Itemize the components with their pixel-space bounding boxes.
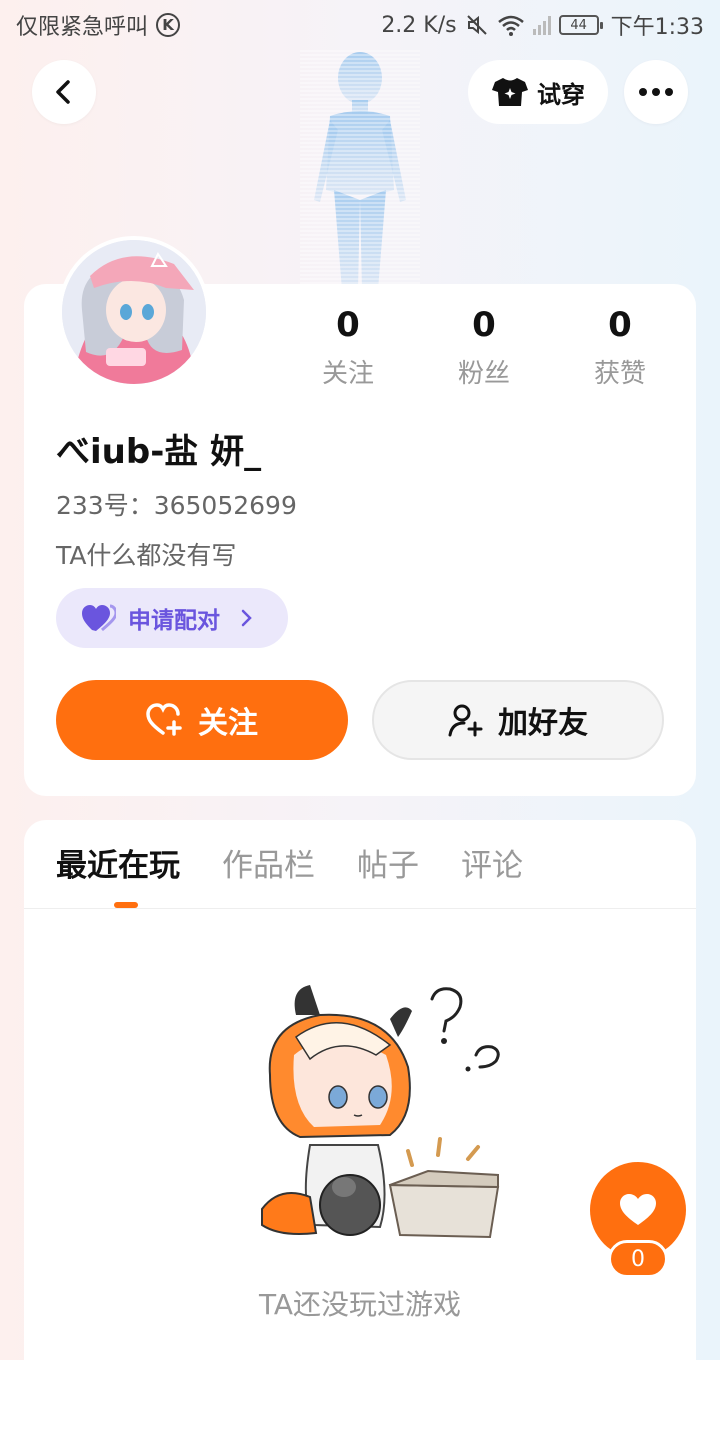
stat-value: 0 (608, 305, 632, 345)
more-dots-icon (639, 88, 673, 96)
try-on-button[interactable]: 试穿 (468, 60, 608, 124)
signal-icon (532, 15, 551, 35)
like-count-badge: 0 (608, 1240, 668, 1278)
follow-label: 关注 (198, 706, 258, 741)
stat-value: 0 (336, 305, 360, 345)
k-badge-icon: K (156, 13, 181, 37)
tab-works[interactable]: 作品栏 (222, 838, 315, 894)
tab-divider (24, 908, 696, 909)
avatar-image (62, 240, 206, 384)
heart-icon (620, 1194, 656, 1225)
apply-pair-label: 申请配对 (128, 608, 220, 634)
network-speed: 2.2 K/s (381, 12, 457, 38)
back-arrow-icon (56, 80, 70, 104)
heart-pair-icon (82, 604, 116, 632)
emergency-call-text: 仅限紧急呼叫 (16, 15, 149, 40)
clock: 下午1:33 (610, 15, 704, 40)
profile-stats: 0 关注 0 粉丝 0 获赞 (280, 305, 688, 390)
avatar[interactable] (58, 236, 210, 388)
apply-pair-button[interactable]: 申请配对 (56, 588, 288, 648)
stat-likes[interactable]: 0 获赞 (552, 305, 688, 390)
empty-state-text: TA还没玩过游戏 (258, 1288, 462, 1321)
back-button[interactable] (32, 60, 96, 124)
hologram-avatar-figure (300, 50, 420, 290)
stat-following[interactable]: 0 关注 (280, 305, 416, 390)
tshirt-sparkle-icon (492, 78, 528, 106)
more-button[interactable] (624, 60, 688, 124)
tab-recently-played[interactable]: 最近在玩 (56, 838, 180, 894)
try-on-label: 试穿 (537, 80, 585, 109)
empty-state-illustration (261, 985, 500, 1239)
profile-tabs: 最近在玩 作品栏 帖子 评论 (56, 838, 523, 894)
mute-icon (466, 15, 487, 35)
stat-label: 关注 (321, 359, 374, 389)
add-friend-button[interactable]: 加好友 (372, 680, 664, 760)
stat-label: 粉丝 (457, 359, 510, 389)
chevron-right-icon (241, 609, 252, 627)
battery-icon: 44 (558, 15, 603, 35)
user-id: 233号：365052699 (56, 491, 297, 520)
wifi-icon (497, 15, 524, 36)
follow-button[interactable]: 关注 (56, 680, 348, 760)
bottom-area (0, 1360, 720, 1440)
username: べiub-盐 妍_ (56, 432, 262, 472)
heart-plus-icon (146, 703, 182, 736)
stat-fans[interactable]: 0 粉丝 (416, 305, 552, 390)
tab-comments[interactable]: 评论 (461, 838, 523, 894)
status-bar: 仅限紧急呼叫 K 2.2 K/s 44 下午1:33 (0, 0, 720, 50)
tab-posts[interactable]: 帖子 (357, 838, 419, 894)
person-plus-icon (448, 704, 483, 737)
add-friend-label: 加好友 (498, 706, 588, 741)
stat-label: 获赞 (593, 359, 646, 389)
user-bio: TA什么都没有写 (56, 541, 237, 570)
stat-value: 0 (472, 305, 496, 345)
